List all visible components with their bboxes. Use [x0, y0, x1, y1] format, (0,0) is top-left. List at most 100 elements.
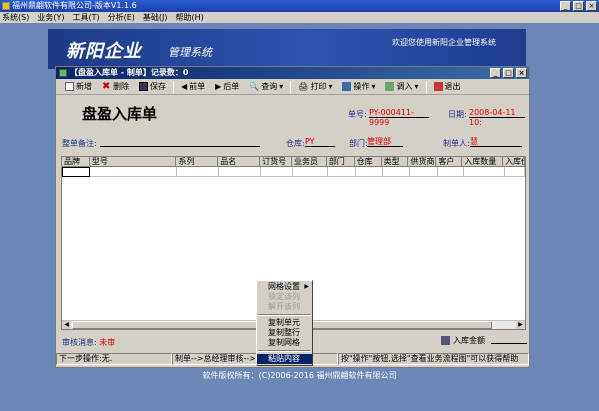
banner-logo-sub: 管理系统	[168, 46, 212, 59]
child-maximize-button[interactable]: □	[503, 68, 514, 78]
prev-button[interactable]: ◀ 前单	[178, 80, 208, 94]
grid-cell[interactable]	[328, 167, 356, 177]
order-window-title-bar: 【盘盈入库单 - 制单】记录数：0 _ □ ×	[56, 67, 529, 79]
menu-tools[interactable]: 工具(T)	[72, 12, 99, 23]
order-window-title: 【盘盈入库单 - 制单】记录数：0	[70, 68, 189, 77]
remark-field[interactable]	[100, 137, 260, 147]
next-icon: ▶	[215, 82, 222, 91]
menu-item-grid-settings[interactable]: 网格设置 ▶	[257, 282, 312, 292]
app-title: 福州鼎翩软件有限公司-版本V1.1.6	[12, 1, 137, 10]
col-header[interactable]: 客户	[436, 157, 463, 166]
dept-field[interactable]: 管理部	[367, 137, 403, 147]
scroll-right-icon[interactable]: ▶	[516, 321, 525, 329]
grid-cell[interactable]	[219, 167, 261, 177]
col-header[interactable]: 入库数量	[462, 157, 504, 166]
grid-cell[interactable]	[177, 167, 219, 177]
table-row[interactable]	[62, 167, 525, 177]
next-button[interactable]: ▶ 后单	[212, 80, 242, 94]
menu-basics[interactable]: 基础(J)	[143, 12, 168, 23]
menu-system[interactable]: 系统(S)	[2, 12, 29, 23]
grid-cell[interactable]	[356, 167, 383, 177]
import-button[interactable]: 调入 ▾	[382, 80, 421, 94]
col-header[interactable]: 供货商	[408, 157, 437, 166]
child-minimize-button[interactable]: _	[490, 68, 501, 78]
total-amount-field	[491, 343, 527, 344]
grid-cell[interactable]	[293, 167, 328, 177]
new-button[interactable]: 新增	[62, 80, 95, 94]
exit-button[interactable]: 退出	[431, 80, 464, 94]
footer-copyright: 软件版权所有：(C)2006-2016 福州鼎翩软件有限公司	[202, 371, 397, 380]
col-header[interactable]: 部门	[327, 157, 355, 166]
menu-analysis[interactable]: 分析(E)	[108, 12, 135, 23]
menu-item-copy-cell[interactable]: 复制单元	[257, 318, 312, 328]
app-icon	[2, 2, 10, 10]
grid-cell[interactable]	[438, 167, 464, 177]
menu-item-lock-column[interactable]: 锁定该列	[257, 292, 312, 302]
toolbar: 新增 ✖ 删除 保存 ◀ 前单 ▶ 后单 🔍 查询 ▾ 🖨 打印 ▾ 操作 ▾ 调入 ▾ 退出	[56, 79, 529, 95]
calculator-icon	[441, 336, 450, 345]
col-header[interactable]: 入库价格	[503, 157, 525, 166]
total-amount-button[interactable]: 入库金额	[441, 335, 485, 346]
menu-help[interactable]: 帮助(H)	[176, 12, 204, 23]
exit-icon	[433, 82, 443, 91]
save-button[interactable]: 保存	[136, 80, 169, 94]
warehouse-field[interactable]: PY	[305, 137, 335, 147]
import-icon	[385, 82, 395, 91]
date-label: 日期:	[448, 110, 467, 119]
print-button[interactable]: 🖨 打印 ▾	[295, 80, 335, 94]
grid-cell[interactable]	[505, 167, 525, 177]
audit-value: 未审	[99, 338, 116, 347]
order-no-label: 单号:	[348, 110, 367, 119]
status-flow: 制单-->总经理审核-->操作结束.	[172, 353, 338, 365]
col-header[interactable]: 业务员	[292, 157, 327, 166]
col-header[interactable]: 类型	[382, 157, 409, 166]
scroll-left-icon[interactable]: ◀	[62, 321, 71, 329]
query-button[interactable]: 🔍 查询 ▾	[246, 80, 286, 94]
operation-button[interactable]: 操作 ▾	[339, 80, 378, 94]
col-header[interactable]: 品名	[218, 157, 261, 166]
order-header-form: 盘盈入库单 单号: PY-000411-9999 日期: 2008-04-11 …	[56, 95, 529, 155]
col-header[interactable]: 型号	[90, 157, 177, 166]
menu-item-paste[interactable]: 粘贴内容	[257, 354, 312, 364]
col-header[interactable]: 订货号	[260, 157, 292, 166]
order-no-field[interactable]: PY-000411-9999	[369, 108, 429, 127]
grid-cell[interactable]	[90, 167, 177, 177]
maker-label: 制单人:	[443, 139, 470, 148]
close-button[interactable]: ×	[586, 1, 597, 11]
col-header[interactable]: 仓库	[355, 157, 382, 166]
delete-button[interactable]: ✖ 删除	[99, 80, 132, 94]
child-close-button[interactable]: ×	[516, 68, 527, 78]
remark-label: 整单备注:	[62, 139, 97, 148]
banner-logo: 新阳企业	[66, 41, 142, 62]
grid-cell[interactable]	[410, 167, 438, 177]
app-title-bar: 福州鼎翩软件有限公司-版本V1.1.6 _ □ ×	[0, 0, 599, 12]
minimize-button[interactable]: _	[560, 1, 571, 11]
col-header[interactable]: 系列	[176, 157, 219, 166]
grid-cell[interactable]	[383, 167, 410, 177]
maximize-button[interactable]: □	[573, 1, 584, 11]
form-title: 盘盈入库单	[82, 105, 158, 123]
audit-label: 审核消息:	[62, 338, 97, 347]
menu-item-unlock-column[interactable]: 解开该列	[257, 302, 312, 312]
prev-icon: ◀	[181, 82, 188, 91]
menu-bar: 系统(S) 业务(Y) 工具(T) 分析(E) 基础(J) 帮助(H)	[0, 12, 599, 23]
grid-cell[interactable]	[261, 167, 293, 177]
submenu-arrow-icon: ▶	[304, 283, 309, 290]
maker-field[interactable]: 慧	[470, 137, 522, 147]
search-icon: 🔍	[249, 82, 260, 91]
dept-label: 部门:	[349, 139, 368, 148]
col-header[interactable]: 品牌	[62, 157, 90, 166]
printer-icon: 🖨	[298, 82, 309, 91]
grid-cell[interactable]	[464, 167, 505, 177]
grid-cell[interactable]	[62, 167, 90, 177]
total-amount-label: 入库金额	[453, 336, 485, 345]
menu-business[interactable]: 业务(Y)	[37, 12, 64, 23]
banner-welcome: 欢迎您使用新阳企业管理系统	[392, 38, 496, 47]
new-icon	[65, 82, 74, 91]
date-field[interactable]: 2008-04-11 10:	[469, 108, 525, 127]
delete-icon: ✖	[102, 81, 111, 92]
menu-item-copy-grid[interactable]: 复制网格	[257, 338, 312, 348]
menu-item-copy-row[interactable]: 复制整行	[257, 328, 312, 338]
menu-separator	[258, 350, 311, 352]
save-icon	[139, 82, 148, 91]
